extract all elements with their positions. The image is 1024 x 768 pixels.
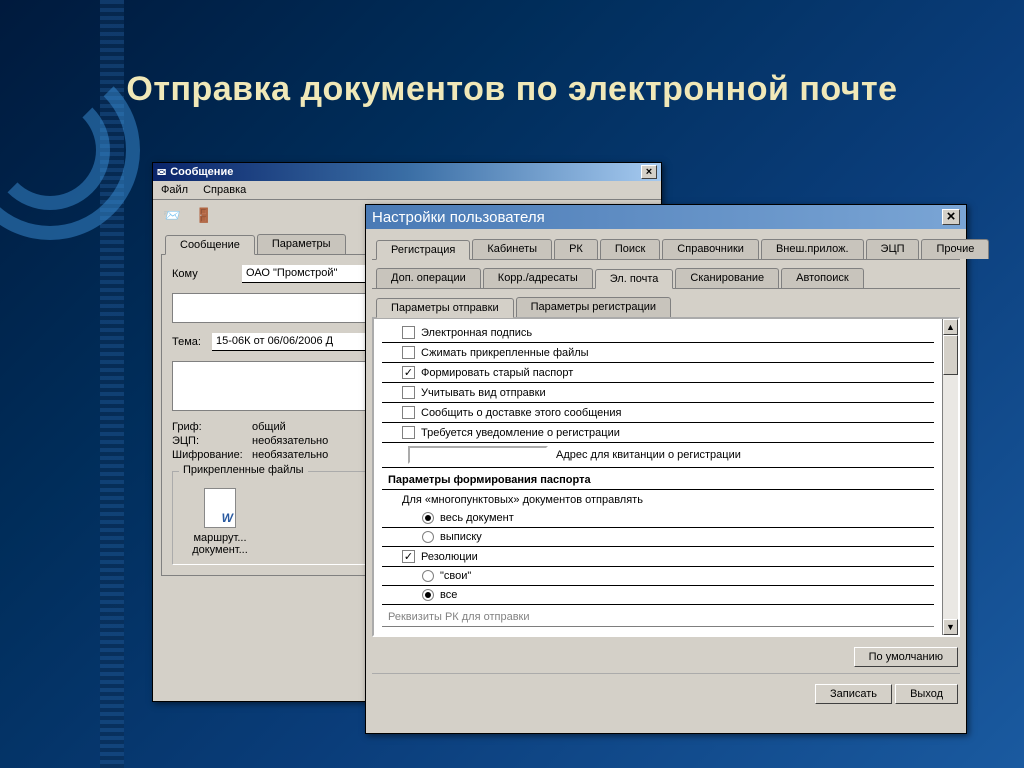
tab-cabinets[interactable]: Кабинеты (472, 239, 552, 259)
check-resolutions-label: Резолюции (421, 551, 478, 563)
scroll-up-icon[interactable]: ▲ (943, 319, 958, 335)
default-button[interactable]: По умолчанию (854, 647, 958, 667)
check-reg-notify[interactable] (402, 426, 415, 439)
attachment-file[interactable]: маршрут... документ... (185, 488, 255, 556)
titlebar: ✉ Сообщение × (153, 163, 661, 181)
grif-label: Гриф: (172, 421, 252, 433)
check-sendtype-label: Учитывать вид отправки (421, 387, 546, 399)
to-label: Кому (172, 268, 242, 280)
send-button[interactable]: 📨 (161, 204, 183, 226)
tab-autosearch[interactable]: Автопоиск (781, 268, 864, 288)
check-delivery-label: Сообщить о доставке этого сообщения (421, 407, 621, 419)
receipt-address-input[interactable] (408, 446, 548, 464)
passport-params-header: Параметры формирования паспорта (382, 468, 934, 490)
check-sendtype[interactable] (402, 386, 415, 399)
check-esign[interactable] (402, 326, 415, 339)
check-old-passport[interactable]: ✓ (402, 366, 415, 379)
radio-extract-label: выписку (440, 531, 482, 543)
tab-registration[interactable]: Регистрация (376, 240, 470, 260)
enc-value: необязательно (252, 449, 328, 461)
exit-button[interactable]: Выход (895, 684, 958, 704)
check-esign-label: Электронная подпись (421, 327, 532, 339)
window-title: Сообщение (170, 166, 641, 178)
file-name-2: документ... (185, 544, 255, 556)
word-doc-icon (204, 488, 236, 528)
menu-help[interactable]: Справка (203, 184, 246, 196)
close-icon[interactable]: × (641, 165, 657, 179)
tab-params[interactable]: Параметры (257, 234, 346, 254)
tab-search[interactable]: Поиск (600, 239, 660, 259)
tab-external[interactable]: Внеш.прилож. (761, 239, 864, 259)
scroll-thumb[interactable] (943, 335, 958, 375)
file-name-1: маршрут... (185, 532, 255, 544)
tab-korr[interactable]: Корр./адресаты (483, 268, 593, 288)
tab-dop-operations[interactable]: Доп. операции (376, 268, 481, 288)
enc-label: Шифрование: (172, 449, 252, 461)
save-button[interactable]: Записать (815, 684, 892, 704)
receipt-address-label: Адрес для квитанции о регистрации (556, 449, 741, 461)
mail-icon: ✉ (157, 166, 166, 179)
settings-window: Настройки пользователя × Регистрация Каб… (365, 204, 967, 734)
slide-title: Отправка документов по электронной почте (0, 70, 1024, 109)
radio-extract[interactable] (422, 531, 434, 543)
menubar: Файл Справка (153, 181, 661, 200)
scrollbar[interactable]: ▲ ▼ (942, 319, 958, 635)
close-icon[interactable]: × (942, 209, 960, 225)
radio-whole-doc[interactable] (422, 512, 434, 524)
tab-rk[interactable]: РК (554, 239, 598, 259)
multi-doc-label: Для «многопунктовых» документов отправля… (382, 490, 934, 509)
check-reg-notify-label: Требуется уведомление о регистрации (421, 427, 620, 439)
menu-file[interactable]: Файл (161, 184, 188, 196)
tab-ecp[interactable]: ЭЦП (866, 239, 920, 259)
check-compress[interactable] (402, 346, 415, 359)
tab-email[interactable]: Эл. почта (595, 269, 674, 289)
radio-all[interactable] (422, 589, 434, 601)
radio-all-label: все (440, 589, 457, 601)
tab-message[interactable]: Сообщение (165, 235, 255, 255)
radio-own-label: "свои" (440, 570, 471, 582)
cut-text: Реквизиты РК для отправки (382, 605, 934, 627)
tab-reg-params[interactable]: Параметры регистрации (516, 297, 671, 317)
tab-scan[interactable]: Сканирование (675, 268, 779, 288)
radio-own[interactable] (422, 570, 434, 582)
check-compress-label: Сжимать прикрепленные файлы (421, 347, 589, 359)
tab-references[interactable]: Справочники (662, 239, 759, 259)
ecp-value: необязательно (252, 435, 328, 447)
scroll-down-icon[interactable]: ▼ (943, 619, 958, 635)
check-delivery[interactable] (402, 406, 415, 419)
subject-label: Тема: (172, 336, 212, 348)
window-title: Настройки пользователя (372, 209, 942, 226)
radio-whole-doc-label: весь документ (440, 512, 514, 524)
tab-send-params[interactable]: Параметры отправки (376, 298, 514, 318)
check-old-passport-label: Формировать старый паспорт (421, 367, 573, 379)
titlebar: Настройки пользователя × (366, 205, 966, 229)
check-resolutions[interactable]: ✓ (402, 550, 415, 563)
exit-button[interactable]: 🚪 (193, 204, 215, 226)
ecp-label: ЭЦП: (172, 435, 252, 447)
attach-legend: Прикрепленные файлы (179, 464, 308, 476)
tab-other[interactable]: Прочие (921, 239, 989, 259)
grif-value: общий (252, 421, 286, 433)
